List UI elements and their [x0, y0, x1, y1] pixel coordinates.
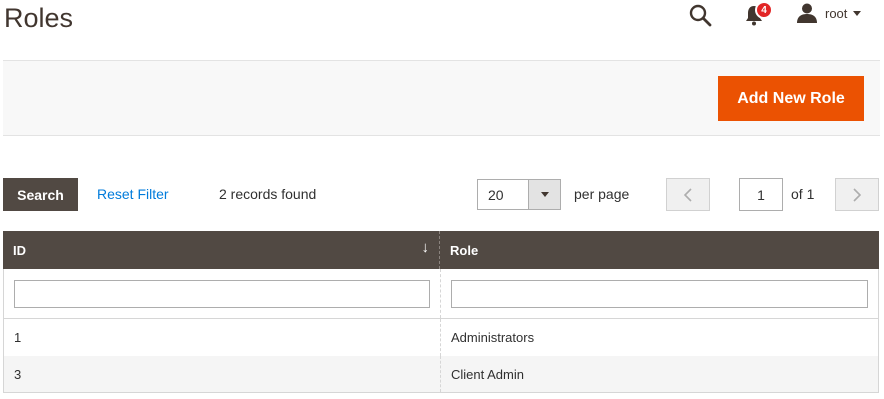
next-page-button[interactable] [835, 178, 879, 211]
chevron-down-icon [540, 192, 549, 197]
search-icon[interactable] [688, 3, 712, 27]
per-page-toggle[interactable] [528, 180, 560, 209]
chevron-right-icon [853, 187, 862, 202]
chevron-down-icon [853, 10, 862, 16]
table-row[interactable]: 3 Client Admin [3, 356, 879, 393]
table-row[interactable]: 1 Administrators [3, 319, 879, 356]
column-header-label: Role [450, 242, 479, 258]
cell-id: 3 [4, 356, 441, 392]
previous-page-button[interactable] [666, 178, 710, 211]
filter-cell-id [4, 269, 441, 318]
add-new-role-button[interactable]: Add New Role [718, 76, 864, 121]
id-filter-input[interactable] [14, 279, 430, 308]
column-header-label: ID [13, 242, 26, 258]
username: root [825, 5, 848, 21]
role-filter-input[interactable] [451, 279, 868, 308]
search-button[interactable]: Search [3, 178, 78, 211]
page-total-text: of 1 [791, 186, 815, 202]
per-page-value: 20 [488, 187, 504, 203]
per-page-select[interactable]: 20 [477, 179, 561, 210]
records-found-text: 2 records found [219, 186, 317, 202]
user-menu[interactable]: root [796, 0, 862, 26]
column-header-id[interactable]: ID ↓ [3, 231, 440, 269]
grid-header: ID ↓ Role [3, 231, 879, 269]
cell-role: Administrators [451, 330, 535, 345]
filter-cell-role [441, 269, 878, 318]
reset-filter-link[interactable]: Reset Filter [97, 186, 169, 202]
cell-id: 1 [4, 319, 441, 356]
cell-role: Client Admin [451, 366, 524, 382]
column-header-role[interactable]: Role [440, 231, 879, 269]
chevron-left-icon [683, 187, 692, 202]
page-title: Roles [4, 3, 74, 33]
user-icon [797, 3, 817, 23]
filter-row [3, 269, 879, 319]
notification-badge: 4 [755, 1, 773, 19]
current-page-input[interactable] [739, 178, 783, 211]
roles-grid: ID ↓ Role 1 Administrators 3 Client Admi… [3, 231, 879, 393]
per-page-label: per page [574, 186, 630, 202]
sort-down-arrow-icon: ↓ [421, 239, 430, 256]
